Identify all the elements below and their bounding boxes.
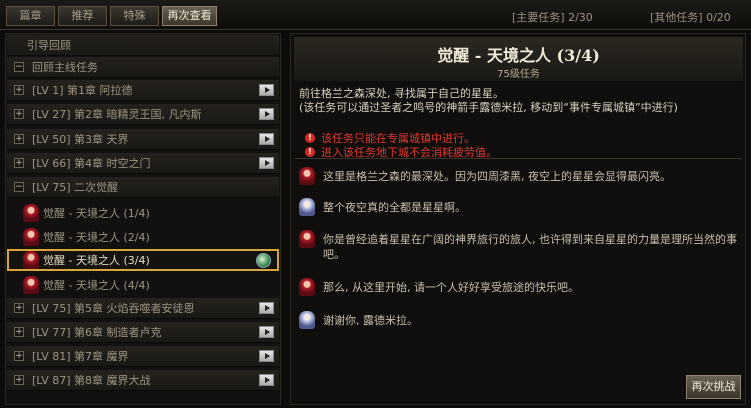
quest-title: 觉醒 - 天境之人 (3/4)	[437, 46, 600, 65]
collapse-icon[interactable]: −	[14, 62, 24, 72]
play-icon[interactable]	[259, 133, 274, 145]
quest-label: 觉醒 - 天境之人 (2/4)	[43, 231, 150, 244]
top-bar: 篇章 推荐 特殊 再次查看 [主要任务] 2/30 [其他任务] 0/20	[0, 0, 751, 30]
character-avatar-icon	[299, 278, 315, 296]
expand-icon[interactable]: +	[14, 351, 24, 361]
awakening-group[interactable]: − [LV 75] 二次觉醒	[7, 177, 279, 198]
dialogue-text: 整个夜空真的全都是星星啊。	[323, 201, 466, 214]
dialogue-line: 你是曾经追着星星在广阔的神界旅行的旅人, 也许得到来自星星的力量是理所当然的事吧…	[299, 230, 738, 262]
quest-item-selected[interactable]: 觉醒 - 天境之人 (3/4)	[7, 249, 279, 271]
chapter-row[interactable]: + [LV 66] 第4章 时空之门	[7, 153, 279, 174]
in-progress-icon	[256, 253, 271, 268]
awakening-group-label: [LV 75] 二次觉醒	[32, 181, 119, 194]
tab-chapters[interactable]: 篇章	[6, 6, 55, 26]
chapter-row[interactable]: + [LV 75] 第5章 火焰吞噬者安徒恩	[7, 298, 279, 319]
quest-item[interactable]: 觉醒 - 天境之人 (4/4)	[7, 274, 279, 296]
description-line: 前往格兰之森深处, 寻找属于自己的星星。	[299, 87, 504, 100]
retry-challenge-button[interactable]: 再次挑战	[686, 375, 741, 399]
character-avatar-icon	[299, 167, 315, 185]
quest-detail-panel: 觉醒 - 天境之人 (3/4) 75级任务 前往格兰之森深处, 寻找属于自己的星…	[290, 33, 746, 405]
chapter-label: [LV 27] 第2章 暗精灵王国, 凡内斯	[32, 108, 202, 121]
tab-review-again[interactable]: 再次查看	[162, 6, 217, 26]
quest-label: 觉醒 - 天境之人 (1/4)	[43, 207, 150, 220]
expand-icon[interactable]: +	[14, 375, 24, 385]
quest-item[interactable]: 觉醒 - 天境之人 (1/4)	[7, 202, 279, 224]
main-review-group[interactable]: − 回顾主线任务	[7, 57, 279, 78]
quest-item[interactable]: 觉醒 - 天境之人 (2/4)	[7, 226, 279, 248]
expand-icon[interactable]: +	[14, 109, 24, 119]
tab-recommended[interactable]: 推荐	[58, 6, 107, 26]
main-task-counter: [主要任务] 2/30	[512, 11, 593, 24]
chapter-label: [LV 81] 第7章 魔界	[32, 350, 129, 363]
play-icon[interactable]	[259, 157, 274, 169]
play-icon[interactable]	[259, 108, 274, 120]
tab-special[interactable]: 特殊	[110, 6, 159, 26]
play-icon[interactable]	[259, 326, 274, 338]
chapter-label: [LV 66] 第4章 时空之门	[32, 157, 151, 170]
quest-list-panel: 引导回顾 − 回顾主线任务 + [LV 1] 第1章 阿拉德 + [LV 27]…	[5, 33, 281, 405]
npc-avatar-icon	[299, 198, 315, 216]
warning-icon: !	[305, 133, 315, 143]
play-icon[interactable]	[259, 374, 274, 386]
quest-label: 觉醒 - 天境之人 (4/4)	[43, 279, 150, 292]
chapter-label: [LV 75] 第5章 火焰吞噬者安徒恩	[32, 302, 195, 315]
play-icon[interactable]	[259, 84, 274, 96]
expand-icon[interactable]: +	[14, 303, 24, 313]
divider	[295, 158, 742, 159]
npc-avatar-icon	[299, 311, 315, 329]
tab-bar: 篇章 推荐 特殊 再次查看	[6, 6, 217, 26]
other-task-counter: [其他任务] 0/20	[650, 11, 731, 24]
quest-label: 觉醒 - 天境之人 (3/4)	[43, 254, 150, 267]
dialogue-text: 你是曾经追着星星在广阔的神界旅行的旅人, 也许得到来自星星的力量是理所当然的事吧…	[323, 233, 737, 261]
chapter-label: [LV 50] 第3章 天界	[32, 133, 129, 146]
chapter-row[interactable]: + [LV 50] 第3章 天界	[7, 129, 279, 150]
warning-icon: !	[305, 147, 315, 157]
character-avatar-icon	[299, 230, 315, 248]
quest-title-box: 觉醒 - 天境之人 (3/4) 75级任务	[294, 37, 743, 81]
expand-icon[interactable]: +	[14, 158, 24, 168]
chapter-label: [LV 1] 第1章 阿拉德	[32, 84, 133, 97]
character-avatar-icon	[23, 204, 39, 222]
chapter-row[interactable]: + [LV 77] 第6章 制造者卢克	[7, 322, 279, 343]
chapter-row[interactable]: + [LV 1] 第1章 阿拉德	[7, 80, 279, 101]
chapter-row[interactable]: + [LV 81] 第7章 魔界	[7, 346, 279, 367]
description-line: (该任务可以通过圣者之鸣号的神箭手露德米拉, 移动到“事件专属城镇”中进行)	[299, 101, 678, 114]
play-icon[interactable]	[259, 350, 274, 362]
character-avatar-icon	[23, 251, 39, 269]
dialogue-line: 那么, 从这里开始, 请一个人好好享受旅途的快乐吧。	[299, 278, 738, 296]
chapter-row[interactable]: + [LV 87] 第8章 魔界大战	[7, 370, 279, 391]
chapter-label: [LV 77] 第6章 制造者卢克	[32, 326, 162, 339]
guide-review-label: 引导回顾	[27, 39, 71, 52]
chapter-row[interactable]: + [LV 27] 第2章 暗精灵王国, 凡内斯	[7, 104, 279, 125]
dialogue-text: 那么, 从这里开始, 请一个人好好享受旅途的快乐吧。	[323, 281, 579, 294]
dialogue-line: 这里是格兰之森的最深处。因为四周漆黑, 夜空上的星星会显得最闪亮。	[299, 167, 738, 185]
character-avatar-icon	[23, 228, 39, 246]
play-icon[interactable]	[259, 302, 274, 314]
quest-level: 75级任务	[497, 69, 540, 80]
main-review-label: 回顾主线任务	[32, 61, 98, 74]
dialogue-text: 谢谢你, 露德米拉。	[323, 314, 418, 327]
guide-review-item[interactable]: 引导回顾	[7, 35, 279, 56]
expand-icon[interactable]: +	[14, 327, 24, 337]
dialogue-line: 谢谢你, 露德米拉。	[299, 311, 738, 329]
dialogue-line: 整个夜空真的全都是星星啊。	[299, 198, 738, 216]
collapse-icon[interactable]: −	[14, 182, 24, 192]
character-avatar-icon	[23, 276, 39, 294]
quest-description: 前往格兰之森深处, 寻找属于自己的星星。 (该任务可以通过圣者之鸣号的神箭手露德…	[299, 87, 739, 115]
expand-icon[interactable]: +	[14, 134, 24, 144]
expand-icon[interactable]: +	[14, 85, 24, 95]
dialogue-text: 这里是格兰之森的最深处。因为四周漆黑, 夜空上的星星会显得最闪亮。	[323, 170, 671, 183]
chapter-label: [LV 87] 第8章 魔界大战	[32, 374, 151, 387]
